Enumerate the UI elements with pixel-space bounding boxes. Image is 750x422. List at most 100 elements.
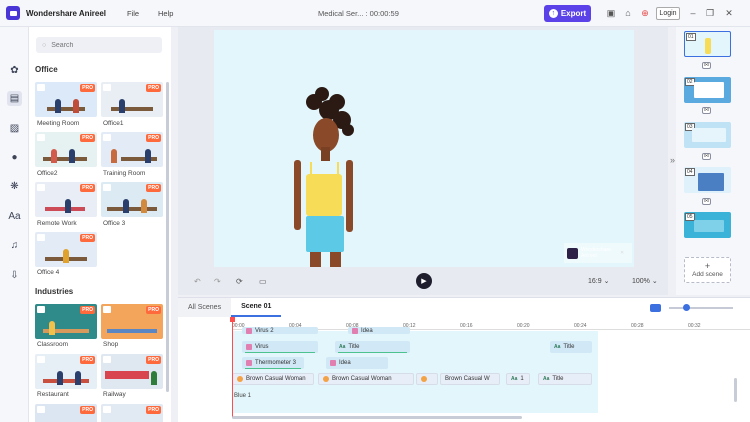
ruler-label: 00:24 (574, 323, 587, 329)
transition-icon[interactable]: ⋈ (702, 107, 711, 114)
template-card[interactable]: PRO (101, 82, 163, 117)
aspect-ratio-select[interactable]: 16:9 ⌄ (588, 277, 609, 285)
scene-thumbnail[interactable]: 03 (684, 122, 731, 148)
watermark-logo (567, 247, 578, 259)
cart-icon[interactable]: ⊕ (640, 8, 650, 18)
timeline-clip[interactable]: Aa 1 (506, 373, 530, 385)
menu-help[interactable]: Help (158, 9, 173, 18)
playhead-handle[interactable] (230, 317, 235, 322)
timeline-vertical-scrollbar[interactable] (734, 378, 737, 402)
search-icon: ○ (42, 41, 47, 49)
zoom-slider[interactable] (669, 304, 733, 311)
timeline-clip[interactable]: Aa Title (335, 341, 410, 353)
template-card[interactable]: PRO (101, 304, 163, 339)
transition-icon[interactable]: ⋈ (702, 153, 711, 160)
import-icon[interactable]: ⇩ (7, 268, 22, 283)
menu-file[interactable]: File (127, 9, 139, 18)
background-icon[interactable]: ▨ (7, 121, 22, 136)
music-icon[interactable]: ♫ (7, 238, 22, 253)
template-card[interactable]: PRO (35, 132, 97, 167)
play-button[interactable]: ▶ (416, 273, 432, 289)
play-icon: ▶ (421, 278, 427, 285)
player-bar: ↶ ↷ ⟳ ▭ ▶ 16:9 ⌄ 100% ⌄ (178, 268, 668, 295)
replay-icon[interactable]: ⟳ (236, 277, 243, 286)
pro-badge: PRO (80, 84, 95, 92)
timeline-clip[interactable]: Brown Casual Woman (232, 373, 314, 385)
scene-canvas[interactable]: Wondershare Anireel ✕ (214, 30, 634, 267)
timeline-clip[interactable]: Virus 2 (242, 327, 318, 334)
home-icon[interactable]: ⌂ (623, 8, 633, 18)
template-icon[interactable]: ▤ (7, 91, 22, 106)
timeline-clip[interactable]: Virus (242, 341, 318, 353)
timeline-clip[interactable]: Aa Title (538, 373, 592, 385)
character-woman[interactable] (214, 30, 634, 267)
app-name: Wondershare Anireel (26, 8, 107, 18)
background-track[interactable]: Blue 1 (232, 389, 598, 413)
app-logo (6, 6, 20, 20)
library-scrollbar[interactable] (166, 82, 169, 392)
character-icon[interactable]: ● (7, 150, 22, 165)
ruler-label: 00:20 (517, 323, 530, 329)
undo-icon[interactable]: ↶ (194, 277, 201, 286)
template-card[interactable]: PRO (35, 354, 97, 389)
playhead[interactable] (232, 318, 233, 418)
scene-thumbnail[interactable]: 04 (684, 167, 731, 193)
transition-icon[interactable]: ⋈ (702, 62, 711, 69)
export-button[interactable]: ↑ Export (544, 5, 591, 22)
template-card[interactable]: PRO (101, 354, 163, 389)
fit-timeline-icon[interactable] (650, 304, 661, 312)
prop-icon[interactable]: ❋ (7, 179, 22, 194)
scene-thumbnail[interactable]: 02 (684, 77, 731, 103)
scene-icon (103, 134, 111, 141)
search-input[interactable] (51, 41, 152, 49)
template-card[interactable]: PRO (101, 182, 163, 217)
text-icon: Aa (554, 344, 561, 350)
timeline-clip[interactable]: Brown Casual W (440, 373, 500, 385)
card-label: Office2 (37, 170, 58, 177)
template-card[interactable]: PRO (35, 232, 97, 267)
timeline-clip[interactable]: Idea (348, 327, 410, 334)
search-box[interactable]: ○ (36, 37, 162, 53)
zoom-select[interactable]: 100% ⌄ (632, 277, 658, 285)
text-icon[interactable]: Aa (7, 209, 22, 224)
timeline-clip[interactable]: Thermometer 3 (242, 357, 304, 369)
timeline-clip[interactable]: Aa Title (550, 341, 592, 353)
scene-thumbnail[interactable]: 05 (684, 212, 731, 238)
timeline-clip[interactable]: Brown Casual Woman (318, 373, 414, 385)
template-card[interactable]: PRO (35, 404, 97, 422)
prop-icon (246, 360, 252, 366)
close-icon[interactable]: ✕ (724, 8, 734, 18)
card-label: Training Room (103, 170, 146, 177)
tab-scene-01[interactable]: Scene 01 (231, 298, 282, 317)
minimize-icon[interactable]: – (688, 8, 698, 18)
redo-icon[interactable]: ↷ (214, 277, 221, 286)
timeline-clip[interactable]: Idea (326, 357, 388, 369)
template-card[interactable]: PRO (35, 304, 97, 339)
character-icon (421, 376, 427, 382)
template-card[interactable]: PRO (35, 182, 97, 217)
login-button[interactable]: Login (656, 7, 680, 20)
close-icon[interactable]: ✕ (620, 250, 624, 256)
card-label: Restaurant (37, 391, 69, 398)
tab-all-scenes[interactable]: All Scenes (178, 298, 232, 317)
collapse-panel-icon[interactable]: » (670, 155, 675, 165)
palette-icon[interactable]: ✿ (7, 63, 22, 78)
template-card[interactable]: PRO (101, 404, 163, 422)
template-card[interactable]: PRO (35, 82, 97, 117)
timeline-horizontal-scrollbar[interactable] (232, 416, 522, 419)
transition-icon[interactable]: ⋈ (702, 198, 711, 205)
section-title-industries: Industries (35, 287, 74, 296)
pro-badge: PRO (146, 134, 161, 142)
save-icon[interactable]: ▣ (606, 8, 616, 18)
restore-icon[interactable]: ❐ (705, 8, 715, 18)
scene-thumbnail[interactable]: 01 (684, 31, 731, 57)
template-card[interactable]: PRO (101, 132, 163, 167)
ruler-label: 00:16 (460, 323, 473, 329)
add-scene-button[interactable]: + Add scene (684, 257, 731, 283)
timeline-clip[interactable] (416, 373, 438, 385)
camera-icon[interactable]: ▭ (259, 277, 267, 286)
text-icon: Aa (339, 344, 346, 350)
zoom-slider-handle[interactable] (683, 304, 690, 311)
pro-badge: PRO (80, 184, 95, 192)
card-label: Remote Work (37, 220, 77, 227)
